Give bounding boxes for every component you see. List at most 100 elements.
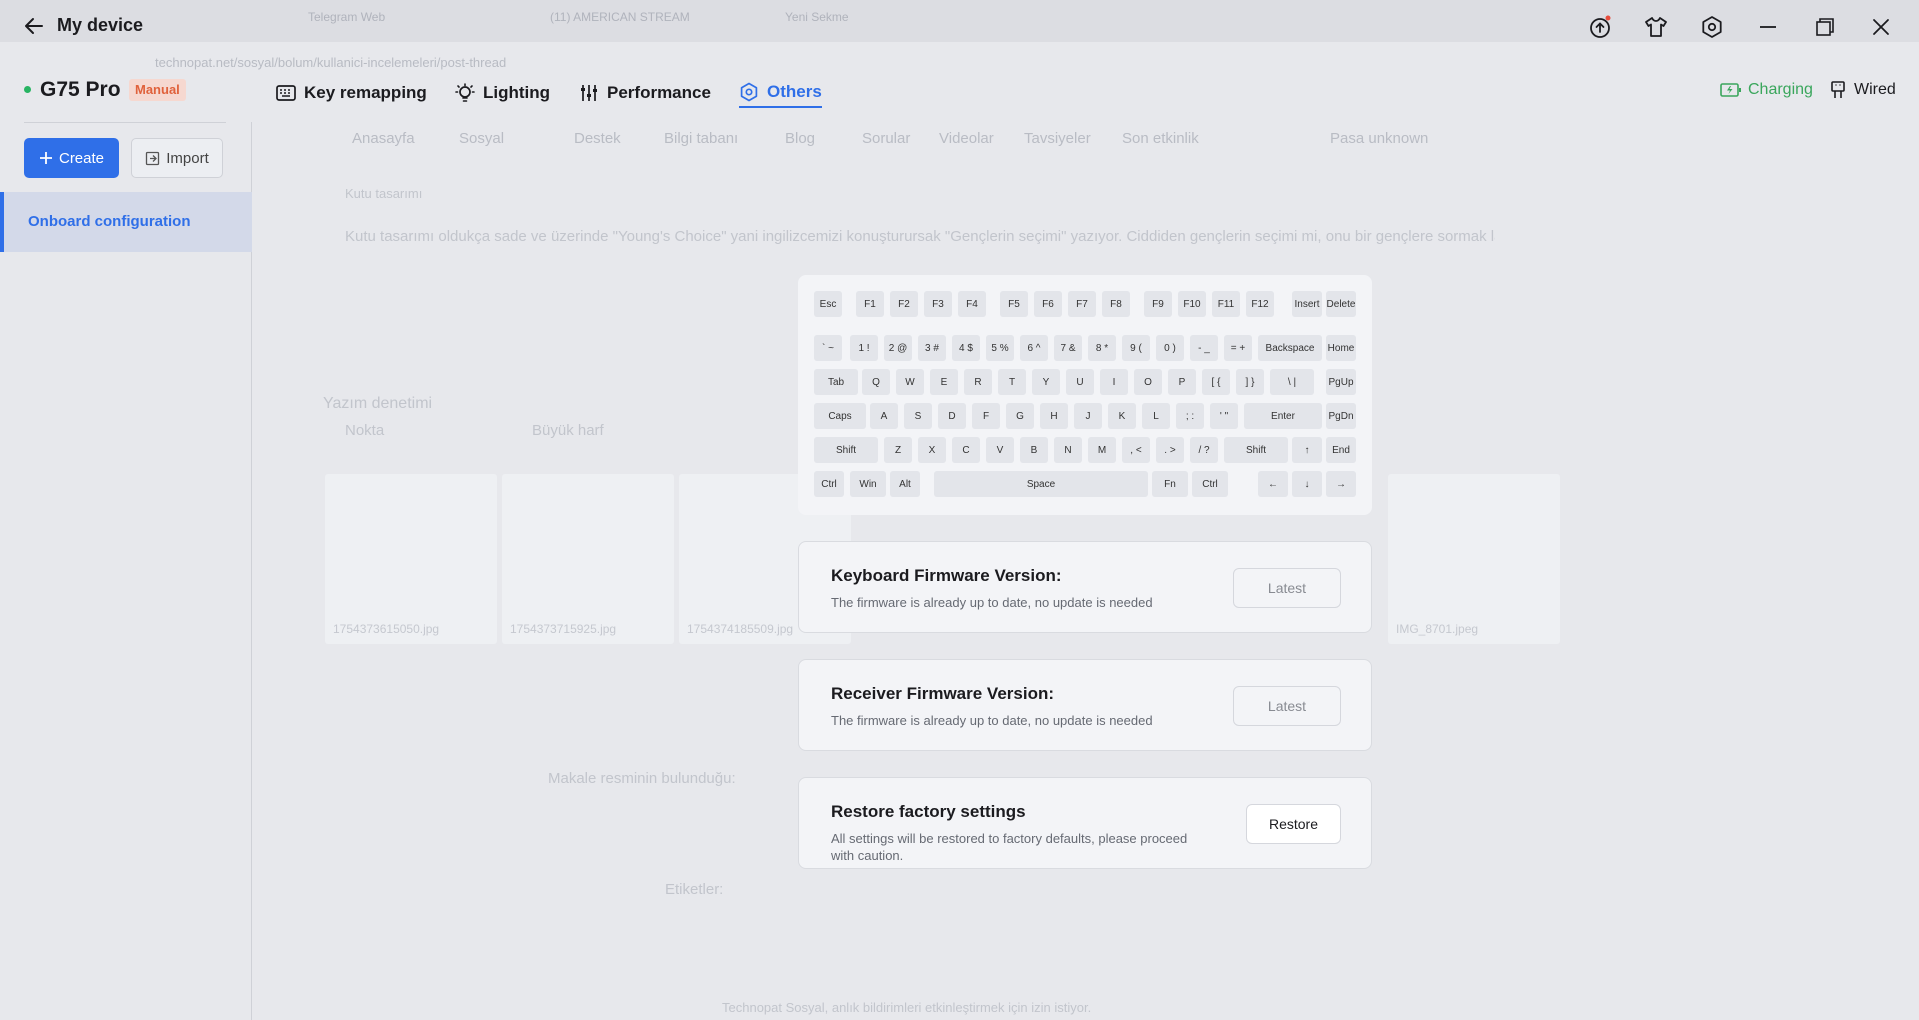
key-y[interactable]: Y: [1032, 369, 1060, 395]
key-ctrl[interactable]: Ctrl: [814, 471, 844, 497]
key-z[interactable]: Z: [884, 437, 912, 463]
key-7[interactable]: 7 &: [1054, 335, 1082, 361]
key-page-down[interactable]: PgDn: [1326, 403, 1356, 429]
key-f4[interactable]: F4: [958, 291, 986, 317]
key-arrow-left[interactable]: ←: [1258, 471, 1288, 497]
tab-performance[interactable]: Performance: [579, 78, 711, 108]
key-o[interactable]: O: [1134, 369, 1162, 395]
key-enter[interactable]: Enter: [1244, 403, 1322, 429]
key-symbol-13[interactable]: \ |: [1270, 369, 1314, 395]
key-e[interactable]: E: [930, 369, 958, 395]
key-f8[interactable]: F8: [1102, 291, 1130, 317]
close-button[interactable]: [1866, 12, 1896, 42]
key-insert[interactable]: Insert: [1292, 291, 1322, 317]
key-x[interactable]: X: [918, 437, 946, 463]
key-f11[interactable]: F11: [1212, 291, 1240, 317]
key-f12[interactable]: F12: [1246, 291, 1274, 317]
minimize-button[interactable]: [1753, 12, 1783, 42]
key-4[interactable]: 4 $: [952, 335, 980, 361]
key-symbol-10[interactable]: / ?: [1190, 437, 1218, 463]
import-button[interactable]: Import: [131, 138, 223, 178]
create-button[interactable]: Create: [24, 138, 119, 178]
keyboard-firmware-latest-button[interactable]: Latest: [1233, 568, 1341, 608]
key-v[interactable]: V: [986, 437, 1014, 463]
theme-button[interactable]: [1641, 12, 1671, 42]
key-6[interactable]: 6 ^: [1020, 335, 1048, 361]
key-5[interactable]: 5 %: [986, 335, 1014, 361]
key-3[interactable]: 3 #: [918, 335, 946, 361]
key-symbol-8[interactable]: , <: [1122, 437, 1150, 463]
key-n[interactable]: N: [1054, 437, 1082, 463]
key-d[interactable]: D: [938, 403, 966, 429]
key-q[interactable]: Q: [862, 369, 890, 395]
key-k[interactable]: K: [1108, 403, 1136, 429]
key-f6[interactable]: F6: [1034, 291, 1062, 317]
key-r[interactable]: R: [964, 369, 992, 395]
key-space[interactable]: Space: [934, 471, 1148, 497]
tab-others[interactable]: Others: [739, 78, 822, 108]
key-tab[interactable]: Tab: [814, 369, 858, 395]
key-a[interactable]: A: [870, 403, 898, 429]
key-windows[interactable]: Win: [850, 471, 886, 497]
key-escape[interactable]: Esc: [814, 291, 842, 317]
key-shift[interactable]: Shift: [1224, 437, 1288, 463]
key-t[interactable]: T: [998, 369, 1026, 395]
key-alt[interactable]: Alt: [890, 471, 920, 497]
key-shift[interactable]: Shift: [814, 437, 878, 463]
key-f9[interactable]: F9: [1144, 291, 1172, 317]
key-caps-lock[interactable]: Caps: [814, 403, 866, 429]
key-symbol-12[interactable]: ] }: [1236, 369, 1264, 395]
key-delete[interactable]: Delete: [1326, 291, 1356, 317]
key-arrow-right[interactable]: →: [1326, 471, 1356, 497]
key-s[interactable]: S: [904, 403, 932, 429]
restore-button[interactable]: Restore: [1246, 804, 1341, 844]
key-f7[interactable]: F7: [1068, 291, 1096, 317]
key-0[interactable]: 0 ): [1156, 335, 1184, 361]
key-f[interactable]: F: [972, 403, 1000, 429]
key-symbol-11[interactable]: - _: [1190, 335, 1218, 361]
key-i[interactable]: I: [1100, 369, 1128, 395]
key-m[interactable]: M: [1088, 437, 1116, 463]
settings-button[interactable]: [1697, 12, 1727, 42]
key-fn[interactable]: Fn: [1152, 471, 1188, 497]
sidebar-item-onboard-configuration[interactable]: Onboard configuration: [0, 192, 252, 252]
key-f3[interactable]: F3: [924, 291, 952, 317]
key-l[interactable]: L: [1142, 403, 1170, 429]
key-arrow-down[interactable]: ↓: [1292, 471, 1322, 497]
key-g[interactable]: G: [1006, 403, 1034, 429]
key-arrow-up[interactable]: ↑: [1292, 437, 1322, 463]
key-8[interactable]: 8 *: [1088, 335, 1116, 361]
key-symbol-0[interactable]: ` ~: [814, 335, 842, 361]
firmware-update-button[interactable]: [1586, 12, 1616, 42]
key-h[interactable]: H: [1040, 403, 1068, 429]
tab-key-remapping[interactable]: Key remapping: [276, 78, 427, 108]
key-page-up[interactable]: PgUp: [1326, 369, 1356, 395]
key-w[interactable]: W: [896, 369, 924, 395]
key-j[interactable]: J: [1074, 403, 1102, 429]
key-symbol-11[interactable]: [ {: [1202, 369, 1230, 395]
tab-lighting[interactable]: Lighting: [455, 78, 550, 108]
key-f1[interactable]: F1: [856, 291, 884, 317]
key-f2[interactable]: F2: [890, 291, 918, 317]
key-symbol-12[interactable]: = +: [1224, 335, 1252, 361]
maximize-button[interactable]: [1810, 12, 1840, 42]
key-9[interactable]: 9 (: [1122, 335, 1150, 361]
key-symbol-9[interactable]: . >: [1156, 437, 1184, 463]
back-arrow-icon[interactable]: [22, 14, 46, 38]
key-symbol-10[interactable]: ; :: [1176, 403, 1204, 429]
receiver-firmware-latest-button[interactable]: Latest: [1233, 686, 1341, 726]
key-2[interactable]: 2 @: [884, 335, 912, 361]
key-f5[interactable]: F5: [1000, 291, 1028, 317]
key-end[interactable]: End: [1326, 437, 1356, 463]
key-b[interactable]: B: [1020, 437, 1048, 463]
key-c[interactable]: C: [952, 437, 980, 463]
key-p[interactable]: P: [1168, 369, 1196, 395]
key-1[interactable]: 1 !: [850, 335, 878, 361]
key-symbol-11[interactable]: ' ": [1210, 403, 1238, 429]
key-f10[interactable]: F10: [1178, 291, 1206, 317]
key-u[interactable]: U: [1066, 369, 1094, 395]
background-nav-item: Son etkinlik: [1122, 130, 1199, 147]
key-backspace[interactable]: Backspace: [1258, 335, 1322, 361]
key-ctrl[interactable]: Ctrl: [1192, 471, 1228, 497]
key-home[interactable]: Home: [1326, 335, 1356, 361]
